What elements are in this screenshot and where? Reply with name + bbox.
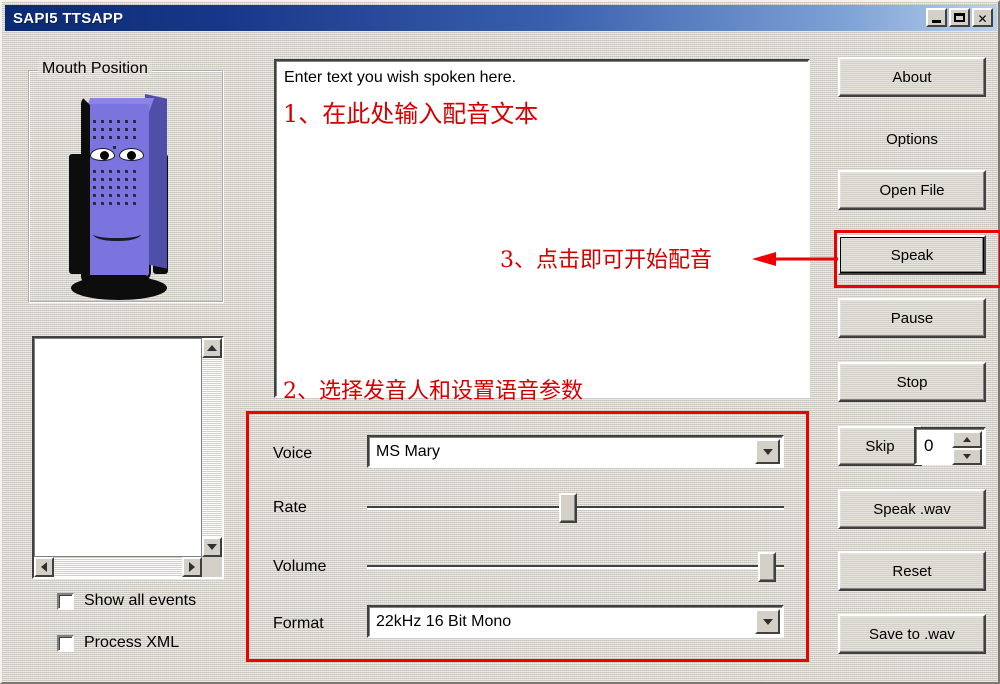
close-icon: ✕ xyxy=(977,12,988,26)
action-button-column: About Options Open File Speak Pause Stop… xyxy=(838,57,988,667)
checkbox-icon[interactable] xyxy=(57,592,74,610)
chevron-down-icon[interactable] xyxy=(755,439,780,464)
mouth-position-label: Mouth Position xyxy=(38,60,152,78)
horizontal-scrollbar[interactable] xyxy=(34,556,202,577)
annotation-arrow-icon xyxy=(752,252,838,266)
annotation-step-1: 1、在此处输入配音文本 xyxy=(283,100,539,128)
reset-button[interactable]: Reset xyxy=(838,551,986,591)
voice-select[interactable]: MS Mary xyxy=(367,435,784,468)
vertical-scrollbar[interactable] xyxy=(201,338,222,557)
save-wav-button[interactable]: Save to .wav xyxy=(838,614,986,654)
show-all-events-label: Show all events xyxy=(84,592,197,609)
title-bar[interactable]: SAPI5 TTSAPP ✕ xyxy=(5,5,997,31)
scroll-right-button[interactable] xyxy=(182,557,202,577)
chevron-left-icon xyxy=(41,562,47,572)
speech-text-value: Enter text you wish spoken here. xyxy=(284,69,517,86)
show-all-events-checkbox[interactable]: Show all events xyxy=(57,592,196,610)
scroll-down-button[interactable] xyxy=(202,537,222,557)
volume-slider[interactable] xyxy=(367,552,784,582)
scroll-up-button[interactable] xyxy=(202,338,222,358)
voice-settings-panel: Voice MS Mary Rate Volume Format 22kHz 1… xyxy=(246,411,809,662)
maximize-icon xyxy=(954,13,965,22)
events-list-box[interactable] xyxy=(32,336,224,579)
chevron-down-icon xyxy=(207,544,217,550)
options-button[interactable]: Options xyxy=(838,119,986,159)
spinner-up-button[interactable] xyxy=(952,431,982,448)
chevron-up-icon xyxy=(963,437,971,442)
rate-label: Rate xyxy=(273,499,307,516)
skip-value: 0 xyxy=(924,436,934,455)
skip-row: Skip 0 xyxy=(838,426,986,466)
process-xml-label: Process XML xyxy=(84,634,180,651)
scroll-left-button[interactable] xyxy=(34,557,54,577)
application-window: SAPI5 TTSAPP ✕ Mouth Position Enter text… xyxy=(0,0,1000,684)
window-controls: ✕ xyxy=(926,8,993,27)
scrollbar-corner xyxy=(202,557,222,577)
format-label: Format xyxy=(273,615,324,632)
chevron-right-icon xyxy=(189,562,195,572)
minimize-button[interactable] xyxy=(926,8,947,27)
process-xml-checkbox[interactable]: Process XML xyxy=(57,634,179,652)
voice-label: Voice xyxy=(273,445,313,462)
window-title: SAPI5 TTSAPP xyxy=(13,9,124,27)
about-button[interactable]: About xyxy=(838,57,986,97)
volume-slider-thumb[interactable] xyxy=(758,552,777,582)
mouth-icon xyxy=(93,226,141,241)
chevron-up-icon xyxy=(207,345,217,351)
speak-wav-button[interactable]: Speak .wav xyxy=(838,489,986,529)
microphone-avatar-icon xyxy=(57,90,197,300)
rate-slider[interactable] xyxy=(367,493,784,523)
pause-button[interactable]: Pause xyxy=(838,298,986,338)
rate-slider-thumb[interactable] xyxy=(558,493,577,523)
format-select[interactable]: 22kHz 16 Bit Mono xyxy=(367,605,784,638)
open-file-button[interactable]: Open File xyxy=(838,170,986,210)
chevron-down-icon[interactable] xyxy=(755,609,780,634)
close-button[interactable]: ✕ xyxy=(972,8,993,27)
spinner-down-button[interactable] xyxy=(952,448,982,465)
speak-button-highlight xyxy=(834,230,1000,288)
skip-button[interactable]: Skip xyxy=(838,426,922,466)
annotation-step-2: 2、选择发音人和设置语音参数 xyxy=(283,379,583,404)
annotation-step-3: 3、点击即可开始配音 xyxy=(500,248,712,273)
format-value: 22kHz 16 Bit Mono xyxy=(376,612,512,630)
chevron-down-icon xyxy=(963,454,971,459)
skip-spinner[interactable] xyxy=(952,431,982,465)
voice-value: MS Mary xyxy=(376,442,440,460)
volume-slider-track xyxy=(367,565,784,569)
skip-input[interactable]: 0 xyxy=(914,427,986,465)
stop-button[interactable]: Stop xyxy=(838,362,986,402)
volume-label: Volume xyxy=(273,558,327,575)
checkbox-icon[interactable] xyxy=(57,634,74,652)
minimize-icon xyxy=(932,20,941,23)
maximize-button[interactable] xyxy=(949,8,970,27)
